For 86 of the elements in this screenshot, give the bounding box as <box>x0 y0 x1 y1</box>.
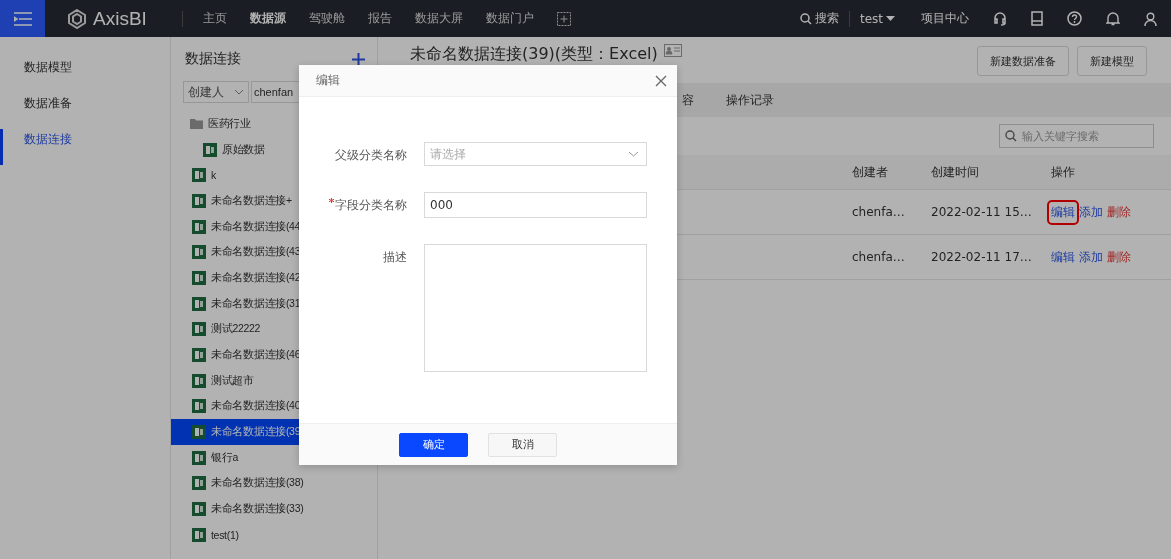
add-link[interactable]: 添加 <box>1079 248 1103 266</box>
excel-icon <box>192 373 206 388</box>
tab[interactable]: 操作记录 <box>726 91 774 109</box>
table-cell-text: chenfa… <box>852 205 906 219</box>
edit-link[interactable]: 编辑 <box>1051 248 1075 266</box>
cancel-button[interactable]: 取消 <box>488 432 557 457</box>
input-field[interactable]: 000 <box>424 192 647 218</box>
book-icon[interactable] <box>1031 11 1043 26</box>
excel-icon <box>192 296 206 311</box>
search-icon <box>799 12 812 25</box>
tree-item[interactable]: 未命名数据连接(44 <box>171 213 377 240</box>
user-icon[interactable] <box>1144 11 1157 26</box>
header-button[interactable]: 新建数据准备 <box>977 46 1069 76</box>
menu-button[interactable] <box>0 0 45 37</box>
sidebar-item[interactable]: 数据模型 <box>0 57 170 93</box>
nav-item[interactable]: 主页 <box>203 10 227 27</box>
menu-icon <box>13 11 32 26</box>
logo-icon <box>67 8 87 29</box>
nav-item[interactable]: 数据门户 <box>486 10 534 27</box>
field-label: 父级分类名称 <box>334 147 407 163</box>
chevron-icon <box>234 89 244 95</box>
headset-icon[interactable] <box>993 11 1007 26</box>
search-field[interactable]: 输入关键字搜索 <box>999 124 1154 148</box>
excel-icon <box>192 502 206 517</box>
panel-title: 数据连接 <box>185 50 241 68</box>
caret-icon <box>886 15 895 22</box>
select-field[interactable]: 请选择 <box>424 142 647 166</box>
header-button[interactable]: 新建模型 <box>1077 46 1147 76</box>
column-header: 操作 <box>1051 163 1076 181</box>
logo-text: AxisBI <box>93 7 147 30</box>
excel-icon <box>192 399 206 414</box>
project-link[interactable]: 项目中心 <box>921 10 969 27</box>
excel-icon <box>192 425 206 440</box>
table-cell-text: chenfa… <box>852 250 906 264</box>
search-link[interactable]: 搜索 <box>799 10 839 27</box>
field-label: 字段分类名称 <box>299 192 407 213</box>
card-icon <box>663 44 682 57</box>
excel-icon <box>192 193 206 208</box>
filter-select[interactable]: 创建人 <box>183 81 249 103</box>
delete-link[interactable]: 删除 <box>1107 248 1131 266</box>
nav-item[interactable]: 数据源 <box>250 10 286 27</box>
close-icon[interactable] <box>655 74 667 87</box>
chevron-icon <box>628 151 639 157</box>
user-menu[interactable]: test <box>859 11 895 26</box>
nav-item[interactable]: 报告 <box>368 10 392 27</box>
tree-item[interactable]: test(1) <box>171 522 377 548</box>
page-title: 未命名数据连接(39)(类型：Excel) <box>410 44 658 65</box>
tree-item[interactable]: 未命名数据连接(31 <box>171 290 377 317</box>
excel-icon <box>192 245 206 260</box>
nav-item[interactable]: 驾驶舱 <box>309 10 345 27</box>
excel-icon <box>192 219 206 234</box>
table-cell-text: 2022-02-11 17… <box>931 250 1033 264</box>
bell-icon[interactable] <box>1106 11 1120 26</box>
add-icon[interactable] <box>352 52 365 66</box>
folder-item[interactable]: 医药行业 <box>171 111 377 137</box>
excel-icon <box>192 322 206 337</box>
column-header: 创建时间 <box>931 163 980 181</box>
excel-icon <box>192 348 206 363</box>
field-label: 描述 <box>382 249 407 265</box>
tree-item[interactable]: 银行a <box>171 444 377 471</box>
confirm-button[interactable]: 确定 <box>399 432 468 457</box>
folder-icon <box>190 118 203 130</box>
dialog-title: 编辑 <box>316 72 340 89</box>
column-header: 创建者 <box>852 163 889 181</box>
excel-icon <box>192 476 206 491</box>
sidebar-item[interactable]: 数据准备 <box>0 93 170 129</box>
tree-item[interactable]: 未命名数据连接(38) <box>171 470 377 497</box>
sidebar-item[interactable]: 数据连接 <box>0 129 170 165</box>
table-cell-text: 2022-02-11 15… <box>931 205 1033 219</box>
excel-icon <box>192 527 206 542</box>
excel-icon <box>192 450 206 465</box>
tree-item[interactable]: k <box>171 162 377 189</box>
tree-item[interactable]: 测试超市 <box>171 367 377 394</box>
required-icon <box>329 198 334 203</box>
tree-item[interactable]: 测试22222 <box>171 316 377 343</box>
search-icon <box>1005 130 1017 142</box>
excel-icon <box>192 270 206 285</box>
delete-link[interactable]: 删除 <box>1107 203 1131 221</box>
help-icon[interactable] <box>1067 11 1082 26</box>
add-link[interactable]: 添加 <box>1079 203 1103 221</box>
tree-item[interactable]: 未命名数据连接(33) <box>171 496 377 522</box>
nav-item[interactable]: 数据大屏 <box>415 10 463 27</box>
textarea-field[interactable] <box>424 244 647 372</box>
excel-icon <box>203 142 217 157</box>
excel-icon <box>192 168 206 183</box>
tab[interactable]: 容 <box>682 91 694 109</box>
